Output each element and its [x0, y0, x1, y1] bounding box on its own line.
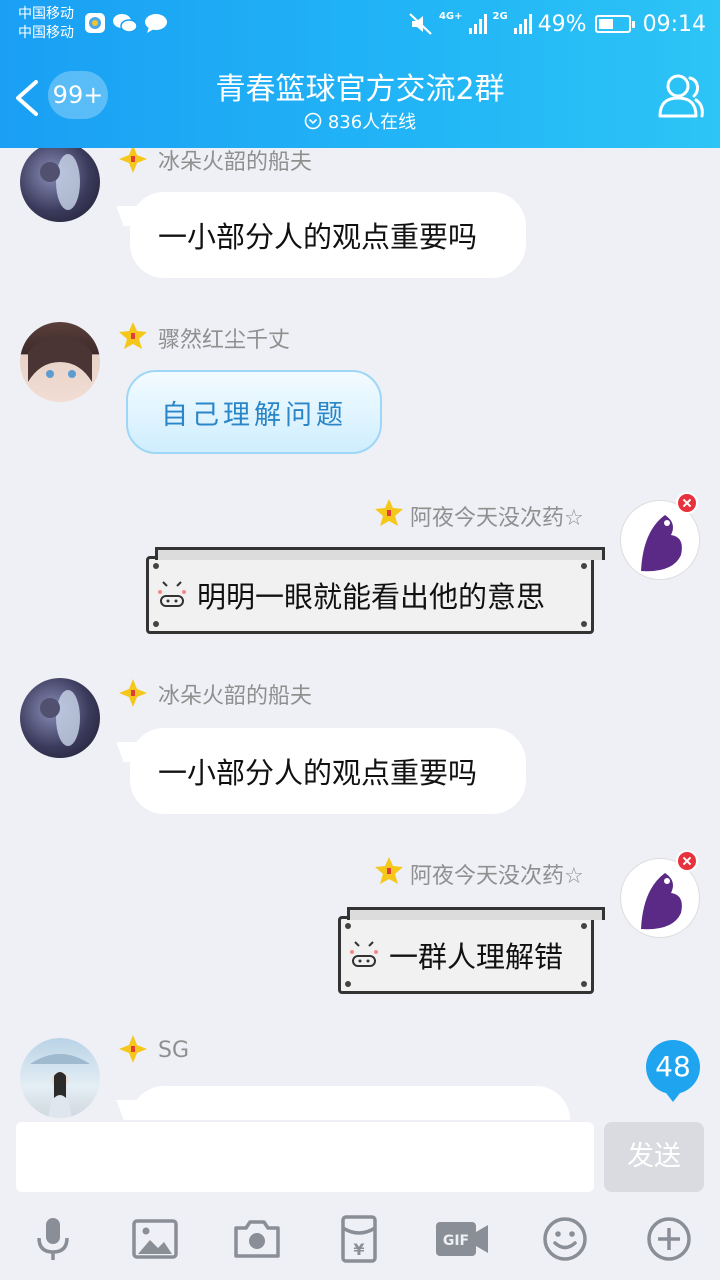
signal-bars-1 [468, 14, 487, 34]
gif-icon[interactable]: GIF [434, 1214, 490, 1264]
avatar-image [30, 1054, 90, 1118]
member-level-icon [119, 679, 147, 707]
wechat-icon [113, 14, 138, 33]
network-2g-label: 2G [492, 11, 508, 22]
camera-icon[interactable] [232, 1214, 282, 1264]
new-message-count-badge[interactable]: 48 [646, 1040, 700, 1102]
image-icon[interactable] [130, 1214, 180, 1264]
group-title: 青春篮球官方交流2群 [215, 72, 505, 107]
pixel-face-icon [350, 941, 378, 967]
avatar[interactable] [20, 322, 100, 402]
battery-percent: 49% [537, 11, 587, 37]
message-text: 一小部分人的观点重要吗 [158, 756, 478, 790]
message-text: 明明一眼就能看出他的意思 [197, 580, 546, 614]
carrier-1: 中国移动 [18, 6, 74, 22]
online-count-label: 836人在线 [327, 112, 417, 133]
emoji-icon[interactable] [540, 1214, 590, 1264]
member-level-icon [375, 857, 403, 884]
avatar[interactable] [20, 678, 100, 758]
header: 中国移动 中国移动 4G+ 2G 49% 09:14 99+ 青春篮球官方交流2… [0, 0, 720, 148]
message-bubble[interactable]: 自己理解问题 [126, 370, 382, 454]
remove-badge[interactable] [676, 850, 698, 872]
member-level-icon [119, 322, 147, 349]
input-bar: 发送 [0, 1120, 720, 1200]
network-4g-label: 4G+ [438, 11, 463, 22]
avatar-image [40, 690, 80, 746]
carrier-labels: 中国移动 中国移动 [18, 5, 74, 43]
chevron-circle-icon [304, 112, 322, 130]
avatar[interactable] [20, 1038, 100, 1118]
app-notification-icon [85, 13, 105, 33]
avatar-image [28, 335, 92, 382]
message-input[interactable] [16, 1122, 594, 1192]
member-level-icon [375, 499, 403, 526]
clock: 09:14 [642, 11, 706, 37]
sender-name: 阿夜今天没次药☆ [410, 506, 584, 531]
sender-name: 阿夜今天没次药☆ [410, 864, 584, 889]
sender-name: 冰朵火韶的船夫 [158, 684, 313, 709]
sender-name: SG [158, 1038, 190, 1063]
title-bar: 99+ 青春篮球官方交流2群 836人在线 [0, 48, 720, 148]
avatar-image [40, 154, 80, 210]
status-right: 4G+ 2G 49% 09:14 [409, 10, 706, 38]
message-icon [145, 14, 167, 33]
message-text: 自己理解问题 [161, 399, 347, 431]
message-text: 一小部分人的观点重要吗 [158, 220, 478, 254]
remove-badge[interactable] [676, 492, 698, 514]
member-level-icon [119, 1035, 147, 1063]
svg-text:¥: ¥ [353, 1240, 364, 1259]
mic-icon[interactable] [28, 1214, 78, 1264]
sender-name: 骤然红尘千丈 [158, 328, 291, 353]
message-bubble[interactable] [130, 1086, 570, 1120]
chat-area[interactable]: 冰朵火韶的船夫 一小部分人的观点重要吗 骤然红尘千丈 自己理解问题 阿夜今天没次… [0, 148, 720, 1120]
pixel-face-icon [158, 581, 186, 607]
carrier-2: 中国移动 [18, 25, 74, 41]
send-button[interactable]: 发送 [604, 1122, 704, 1192]
message-bubble[interactable]: 明明一眼就能看出他的意思 [146, 547, 605, 634]
message-bubble[interactable]: 一小部分人的观点重要吗 [130, 728, 526, 814]
group-members-icon[interactable] [652, 72, 704, 120]
signal-bars-2 [513, 14, 532, 34]
online-count[interactable]: 836人在线 [200, 108, 520, 134]
svg-text:GIF: GIF [443, 1233, 469, 1249]
message-text: 一群人理解错 [389, 940, 564, 974]
plus-icon[interactable] [644, 1214, 694, 1264]
member-level-icon [119, 148, 147, 173]
back-icon[interactable] [12, 78, 42, 118]
battery-icon [594, 15, 635, 33]
sender-name: 冰朵火韶的船夫 [158, 150, 313, 175]
status-bar: 中国移动 中国移动 4G+ 2G 49% 09:14 [0, 0, 720, 48]
avatar[interactable] [20, 148, 100, 222]
mute-icon [409, 13, 432, 35]
message-bubble[interactable]: 一小部分人的观点重要吗 [130, 192, 526, 278]
unread-count-badge[interactable]: 99+ [48, 71, 108, 119]
input-toolbar: ¥ GIF [0, 1200, 720, 1280]
red-packet-icon[interactable]: ¥ [334, 1214, 384, 1264]
message-bubble[interactable]: 一群人理解错 [338, 907, 605, 994]
